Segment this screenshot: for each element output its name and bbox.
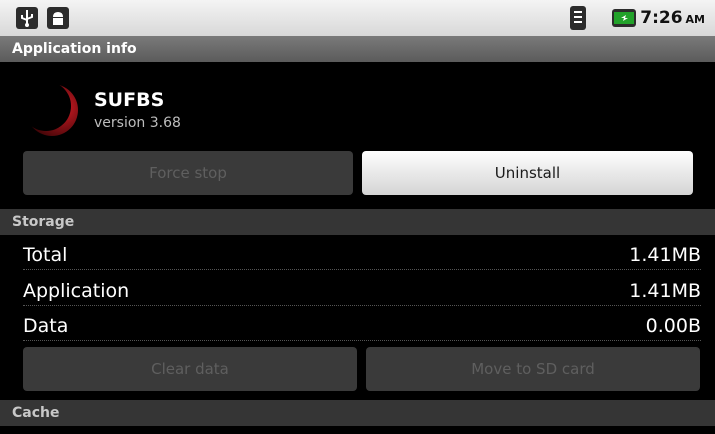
storage-row-application: Application 1.41MB — [23, 276, 701, 310]
wifi-icon — [570, 6, 586, 30]
storage-value: 1.41MB — [629, 244, 701, 266]
app-version: version 3.68 — [94, 115, 181, 131]
dotted-divider — [23, 340, 701, 341]
move-to-sd-button[interactable]: Move to SD card — [366, 347, 700, 391]
app-moon-icon — [21, 81, 80, 138]
clear-data-button[interactable]: Clear data — [23, 347, 357, 391]
force-stop-button[interactable]: Force stop — [23, 151, 353, 195]
app-name: SUFBS — [94, 89, 165, 111]
storage-label: Data — [23, 315, 69, 337]
battery-icon — [612, 9, 636, 27]
storage-row-data: Data 0.00B — [23, 311, 701, 345]
uninstall-button[interactable]: Uninstall — [362, 151, 693, 195]
storage-value: 0.00B — [645, 315, 701, 337]
storage-row-total: Total 1.41MB — [23, 240, 701, 274]
clock-time: 7:26 — [640, 8, 683, 28]
dotted-divider — [23, 269, 701, 270]
storage-label: Application — [23, 280, 130, 302]
cache-section-header: Cache — [0, 400, 715, 426]
storage-section-header: Storage — [0, 209, 715, 235]
dotted-divider — [23, 305, 701, 306]
status-bar: 7:26 AM — [0, 0, 715, 36]
status-clock: 7:26 AM — [640, 8, 705, 28]
page-title: Application info — [0, 36, 715, 62]
usb-icon — [16, 7, 38, 29]
clock-ampm: AM — [685, 13, 705, 26]
storage-label: Total — [23, 244, 68, 266]
storage-value: 1.41MB — [629, 280, 701, 302]
android-icon — [47, 7, 69, 29]
